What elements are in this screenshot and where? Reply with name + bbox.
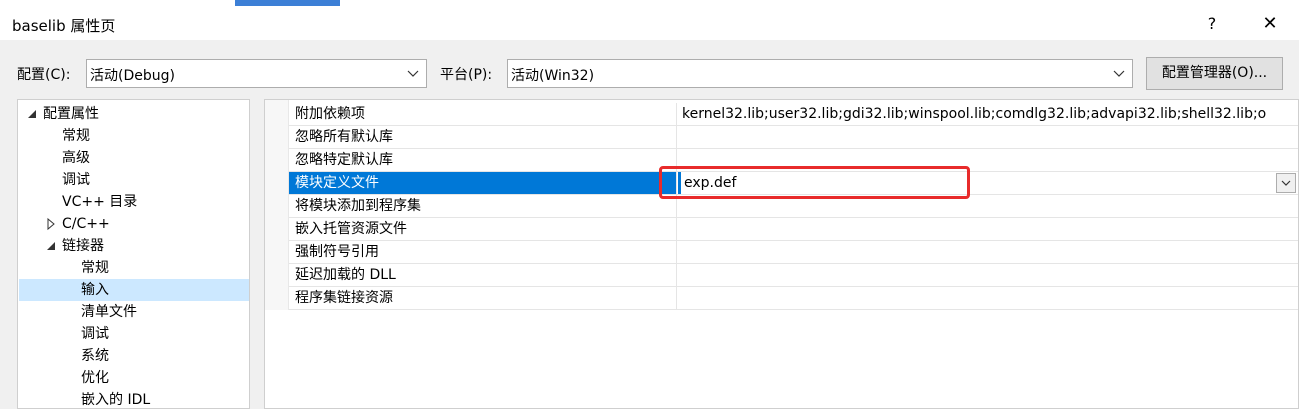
property-value[interactable] xyxy=(678,241,1298,263)
property-row-additional-dependencies[interactable]: 附加依赖项 kernel32.lib;user32.lib;gdi32.lib;… xyxy=(289,103,1298,126)
help-button[interactable]: ? xyxy=(1200,12,1224,36)
property-value[interactable] xyxy=(678,287,1298,309)
property-name: 忽略所有默认库 xyxy=(289,126,677,148)
property-row-force-symbol-references[interactable]: 强制符号引用 xyxy=(289,241,1298,264)
tree-item-linker[interactable]: 链接器 xyxy=(62,235,104,257)
config-manager-button[interactable]: 配置管理器(O)... xyxy=(1146,57,1283,90)
chevron-down-icon xyxy=(1113,70,1125,77)
property-row-add-module-to-assembly[interactable]: 将模块添加到程序集 xyxy=(289,195,1298,218)
module-definition-input[interactable]: exp.def xyxy=(678,172,1270,194)
property-grid[interactable]: 附加依赖项 kernel32.lib;user32.lib;gdi32.lib;… xyxy=(264,99,1299,409)
close-button[interactable]: ✕ xyxy=(1256,12,1284,36)
tree-item-general[interactable]: 常规 xyxy=(62,125,90,147)
config-value: 活动(Debug) xyxy=(90,68,175,84)
property-row-delay-loaded-dlls[interactable]: 延迟加载的 DLL xyxy=(289,264,1298,287)
property-value[interactable] xyxy=(678,149,1298,171)
chevron-down-icon xyxy=(1281,180,1291,186)
tree-item-linker-general[interactable]: 常规 xyxy=(81,257,109,279)
tree-item-debugging[interactable]: 调试 xyxy=(62,169,90,191)
platform-value: 活动(Win32) xyxy=(511,68,595,84)
grid-gutter xyxy=(265,100,289,310)
tree-item-linker-input[interactable]: 输入 xyxy=(19,279,249,301)
tree-item-linker-debugging[interactable]: 调试 xyxy=(81,323,109,345)
property-row-embed-managed-resource[interactable]: 嵌入托管资源文件 xyxy=(289,218,1298,241)
property-row-ignore-all-default-libs[interactable]: 忽略所有默认库 xyxy=(289,126,1298,149)
tree-item-label: 输入 xyxy=(81,282,109,298)
property-value[interactable] xyxy=(678,195,1298,217)
property-value[interactable] xyxy=(678,126,1298,148)
property-name: 延迟加载的 DLL xyxy=(289,264,677,286)
value-dropdown-button[interactable] xyxy=(1276,173,1296,193)
platform-dropdown[interactable]: 活动(Win32) xyxy=(507,59,1133,88)
tree-item-vc-directories[interactable]: VC++ 目录 xyxy=(62,191,137,213)
tree-item-advanced[interactable]: 高级 xyxy=(62,147,90,169)
config-label: 配置(C): xyxy=(17,67,71,83)
window-title: baselib 属性页 xyxy=(12,17,116,35)
tree-item-manifest-file[interactable]: 清单文件 xyxy=(81,301,137,323)
property-name: 嵌入托管资源文件 xyxy=(289,218,677,240)
expanded-triangle-icon[interactable] xyxy=(45,235,57,257)
tree-item-config-properties[interactable]: 配置属性 xyxy=(43,103,99,125)
property-name: 强制符号引用 xyxy=(289,241,677,263)
config-dropdown[interactable]: 活动(Debug) xyxy=(86,59,427,88)
property-value[interactable] xyxy=(678,218,1298,240)
property-name: 将模块添加到程序集 xyxy=(289,195,677,217)
platform-label: 平台(P): xyxy=(440,67,493,83)
property-row-assembly-link-resource[interactable]: 程序集链接资源 xyxy=(289,287,1298,310)
property-name: 程序集链接资源 xyxy=(289,287,677,309)
property-value[interactable]: kernel32.lib;user32.lib;gdi32.lib;winspo… xyxy=(678,103,1298,125)
tree-item-optimization[interactable]: 优化 xyxy=(81,367,109,389)
tree-item-system[interactable]: 系统 xyxy=(81,345,109,367)
tree-item-cpp[interactable]: C/C++ xyxy=(62,213,110,235)
property-name: 模块定义文件 xyxy=(289,172,677,194)
collapsed-triangle-icon[interactable] xyxy=(45,213,57,235)
property-row-ignore-specific-default-libs[interactable]: 忽略特定默认库 xyxy=(289,149,1298,172)
property-name: 附加依赖项 xyxy=(289,103,677,125)
tree-item-embedded-idl[interactable]: 嵌入的 IDL xyxy=(81,389,150,408)
property-row-module-definition-file[interactable]: 模块定义文件 exp.def xyxy=(289,172,1298,195)
chevron-down-icon xyxy=(407,70,419,77)
title-bar: baselib 属性页 ? ✕ xyxy=(0,6,1299,40)
property-value[interactable] xyxy=(678,264,1298,286)
property-name: 忽略特定默认库 xyxy=(289,149,677,171)
property-tree[interactable]: 配置属性 常规 高级 调试 VC++ 目录 C/C++ 链接器 常规 输入 清单… xyxy=(17,99,250,409)
expanded-triangle-icon[interactable] xyxy=(26,103,38,125)
